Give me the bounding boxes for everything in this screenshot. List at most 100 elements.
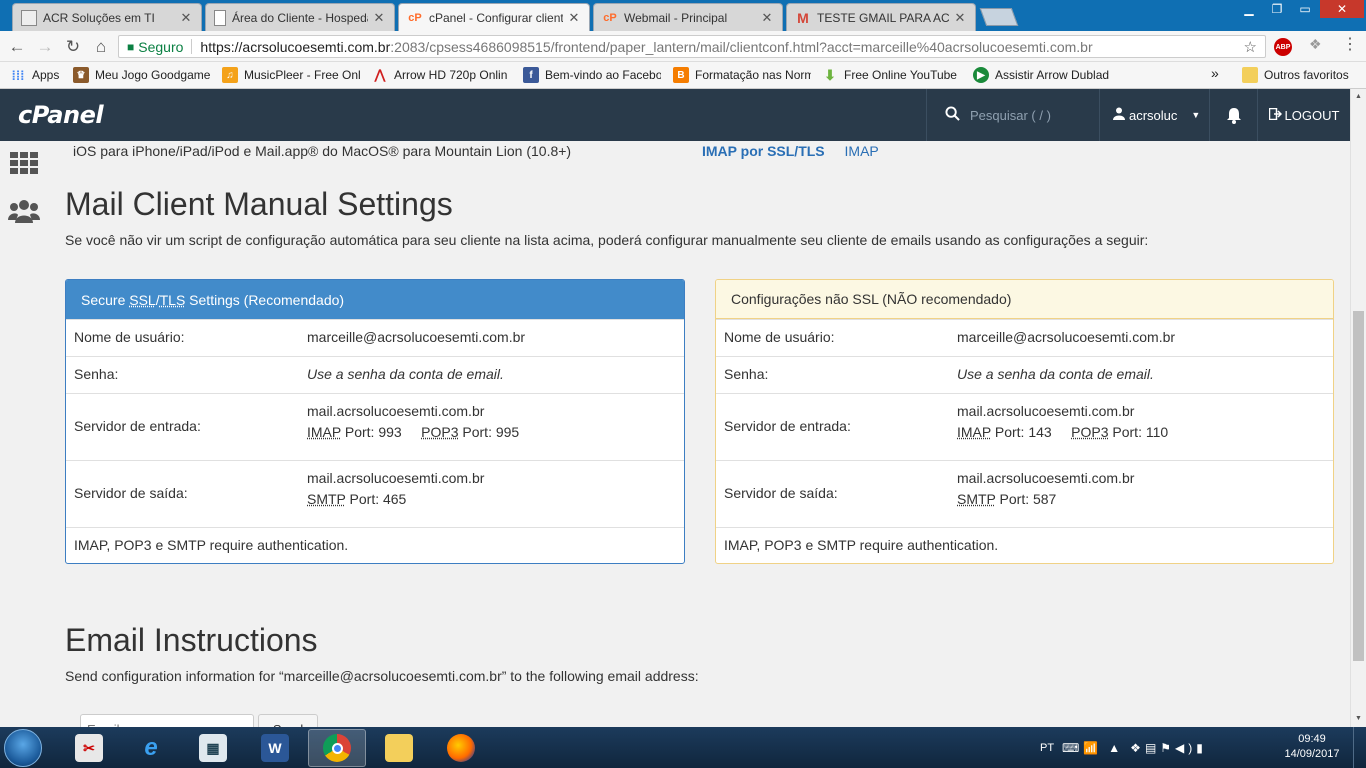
bookmark-item[interactable]: ⋀ Arrow HD 720p Onlin [372, 67, 510, 83]
folder-icon [385, 734, 413, 762]
taskbar-calculator[interactable]: ▦ [184, 729, 242, 767]
search-icon [945, 105, 960, 125]
smtp-abbr: SMTP [957, 491, 996, 507]
bookmark-label: Arrow HD 720p Onlin [394, 68, 508, 82]
language-indicator[interactable]: PT [1040, 727, 1054, 768]
address-bar[interactable]: ■ Seguro https://acrsolucoesemti.com.br:… [118, 35, 1266, 58]
show-desktop-button[interactable] [1353, 727, 1366, 768]
auth-note: IMAP, POP3 e SMTP require authentication… [724, 537, 999, 553]
scrollbar-thumb[interactable] [1353, 311, 1364, 661]
password-hint: Use a senha da conta de email. [957, 366, 1154, 382]
cpanel-logo[interactable]: cPanel [18, 101, 104, 129]
keyboard-icon[interactable]: ⌨ [1062, 741, 1083, 755]
browser-tab-label: TESTE GMAIL PARA ACR [817, 10, 949, 25]
system-clock[interactable]: 09:49 14/09/2017 [1278, 732, 1346, 762]
auth-note: IMAP, POP3 e SMTP require authentication… [74, 537, 349, 553]
adblock-plus-icon[interactable]: ABP [1274, 38, 1292, 56]
outgoing-host: mail.acrsolucoesemti.com.br [957, 470, 1135, 486]
chevron-down-icon: ▼ [1191, 110, 1201, 120]
network-icon[interactable]: ▮ [1196, 741, 1207, 755]
lock-icon: ■ [127, 39, 135, 54]
client-row-label: iOS para iPhone/iPad/iPod e Mail.app® do… [73, 143, 572, 159]
more-bookmarks-chevron[interactable]: » [1211, 65, 1219, 81]
word-icon: W [261, 734, 289, 762]
imap-ssl-link[interactable]: IMAP por SSL/TLS [702, 143, 825, 159]
show-hidden-icons[interactable]: ▲ [1108, 741, 1124, 755]
close-icon[interactable]: ✕ [372, 10, 386, 26]
close-icon[interactable]: ✕ [567, 10, 581, 26]
bookmark-label: Free Online YouTube [844, 68, 957, 82]
bookmark-label: Outros favoritos [1264, 68, 1349, 82]
minimize-button[interactable]: ▁ [1236, 0, 1262, 18]
bookmark-item[interactable]: ♫ MusicPleer - Free Onl [222, 67, 360, 83]
incoming-server-row: Servidor de entrada: mail.acrsolucoesemt… [66, 393, 684, 460]
logout-button[interactable]: LOGOUT [1257, 89, 1350, 141]
close-icon[interactable]: ✕ [760, 10, 774, 26]
system-tray: ⌨ 📶 ▲ ❖ ▤ ⚑ ◀) ▮ [1062, 727, 1207, 768]
browser-tab-active[interactable]: cP cPanel - Configurar cliente ✕ [398, 3, 590, 32]
logout-label: LOGOUT [1284, 107, 1340, 123]
close-icon[interactable]: ✕ [179, 10, 193, 26]
notifications-bell-icon[interactable] [1209, 89, 1257, 141]
close-icon[interactable]: ✕ [953, 10, 967, 26]
menu-icon[interactable]: ⋮ [1342, 34, 1358, 54]
wifi-icon[interactable]: 📶 [1083, 741, 1102, 755]
new-tab-button[interactable] [979, 8, 1019, 26]
browser-tab[interactable]: Área do Cliente - Hospedagem ✕ [205, 3, 395, 31]
pop3-port: Port: 995 [458, 424, 520, 440]
restore-button[interactable]: ❐ [1264, 0, 1290, 18]
heading-text: Settings (Recomendado) [185, 291, 345, 308]
folder-icon [1242, 67, 1258, 83]
bookmark-item[interactable]: ▶ Assistir Arrow Dublad [973, 67, 1113, 83]
browser-tab[interactable]: cP Webmail - Principal ✕ [593, 3, 783, 31]
home-icon[interactable]: ⌂ [90, 36, 112, 58]
reload-icon[interactable]: ↻ [62, 36, 84, 58]
cpanel-search[interactable] [926, 89, 1099, 141]
taskbar-chrome[interactable] [308, 729, 366, 767]
send-button[interactable]: Send [258, 714, 318, 727]
pop3-port: Port: 110 [1108, 424, 1169, 440]
close-window-button[interactable]: ✕ [1320, 0, 1364, 18]
scroll-down-icon[interactable]: ▼ [1355, 715, 1362, 722]
clipboard-icon[interactable]: ▤ [1145, 741, 1160, 755]
bookmark-item[interactable]: B Formatação nas Norm [673, 67, 811, 83]
email-address-input[interactable] [80, 714, 254, 727]
action-center-flag-icon[interactable]: ⚑ [1160, 741, 1175, 755]
forward-icon[interactable]: → [34, 36, 56, 58]
browser-toolbar: ← → ↻ ⌂ ■ Seguro https://acrsolucoesemti… [0, 31, 1366, 62]
maximize-button[interactable]: ▭ [1292, 0, 1318, 18]
clock-date: 14/09/2017 [1284, 748, 1340, 760]
scroll-up-icon[interactable]: ▲ [1355, 93, 1362, 100]
users-group-icon[interactable] [8, 196, 40, 226]
taskbar-internet-explorer[interactable]: e [122, 729, 180, 767]
imap-link[interactable]: IMAP [845, 143, 879, 159]
bookmark-item[interactable]: ♛ Meu Jogo Goodgame [73, 67, 213, 83]
bookmark-item[interactable]: f Bem-vindo ao Facebo [523, 67, 661, 83]
start-button[interactable] [4, 729, 42, 767]
other-bookmarks[interactable]: Outros favoritos [1242, 67, 1349, 83]
manual-settings-description: Se você não vir um script de configuraçã… [65, 232, 1149, 248]
dropbox-tray-icon[interactable]: ❖ [1130, 741, 1145, 755]
bookmark-apps[interactable]: ⁞⁞⁞ Apps [10, 67, 70, 83]
incoming-host: mail.acrsolucoesemti.com.br [307, 403, 485, 419]
vertical-scrollbar[interactable]: ▲ ▼ [1350, 89, 1366, 727]
incoming-ports: IMAP Port: 143 POP3 Port: 110 [957, 424, 1168, 440]
grid-apps-icon[interactable] [8, 148, 40, 178]
bookmark-item[interactable]: ⬇ Free Online YouTube [822, 67, 960, 83]
taskbar-firefox[interactable] [432, 729, 490, 767]
back-icon[interactable]: ← [6, 36, 28, 58]
dropbox-icon[interactable]: ❖ [1309, 36, 1322, 53]
bookmark-star-icon[interactable]: ☆ [1244, 38, 1257, 56]
user-menu[interactable]: acrsoluc ▼ [1099, 89, 1209, 141]
browser-tab[interactable]: M TESTE GMAIL PARA ACR ✕ [786, 3, 976, 31]
email-instructions-description: Send configuration information for “marc… [65, 668, 699, 684]
browser-tab[interactable]: ACR Soluções em TI ✕ [12, 3, 202, 31]
taskbar-word[interactable]: W [246, 729, 304, 767]
taskbar-file-explorer[interactable] [370, 729, 428, 767]
taskbar-snipping-tool[interactable]: ✂ [60, 729, 118, 767]
facebook-icon: f [523, 67, 539, 83]
url-host: https://acrsolucoesemti.com.br [200, 38, 391, 55]
incoming-label: Servidor de entrada: [74, 418, 201, 434]
search-input[interactable] [970, 107, 1090, 123]
volume-icon[interactable]: ◀) [1175, 741, 1196, 755]
